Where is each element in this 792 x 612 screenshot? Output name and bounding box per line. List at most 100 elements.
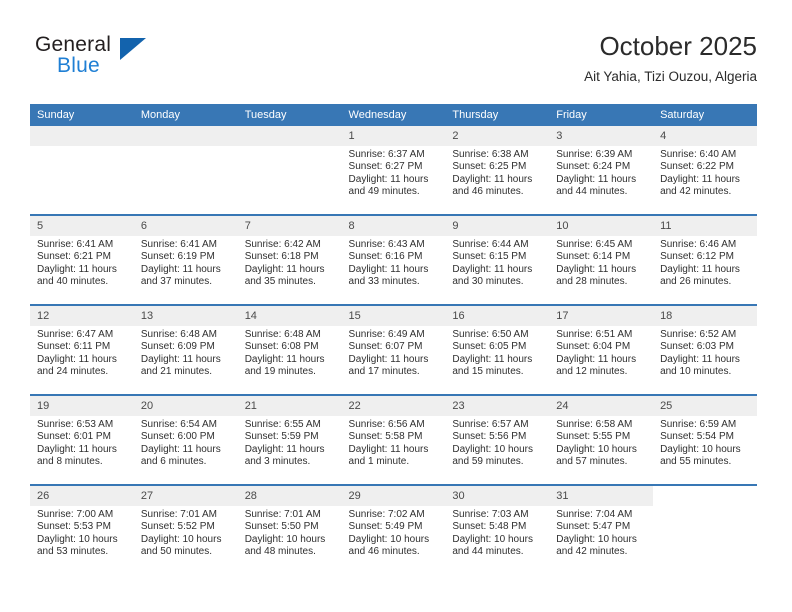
day-sunrise-text: Sunrise: 6:57 AM xyxy=(452,419,529,430)
day-cell-inner: 10 Sunrise: 6:45 AM Sunset: 6:14 PM Dayligh… xyxy=(549,216,654,304)
day-number: 6 xyxy=(133,216,238,236)
calendar-day-cell[interactable]: 24 Sunrise: 6:58 AM Sunset: 5:55 PM Dayligh… xyxy=(549,394,654,485)
calendar-day-cell[interactable]: 1 Sunrise: 6:37 AM Sunset: 6:27 PM Daylight… xyxy=(341,126,446,215)
calendar-day-cell[interactable]: 8 Sunrise: 6:43 AM Sunset: 6:16 PM Daylight… xyxy=(341,214,446,305)
day-number: 26 xyxy=(30,486,134,506)
calendar-day-cell[interactable]: 22 Sunrise: 6:56 AM Sunset: 5:58 PM Dayligh… xyxy=(341,394,446,485)
day-number: 11 xyxy=(653,216,757,236)
page-subtitle: Ait Yahia, Tizi Ouzou, Algeria xyxy=(584,69,757,84)
day-sun-info: Sunrise: 7:02 AM Sunset: 5:49 PM Daylight:… xyxy=(342,506,446,559)
weekday-header-wednesday: Wednesday xyxy=(341,104,446,126)
day-daylight2-text: and 40 minutes. xyxy=(37,276,109,288)
day-sunset-text: Sunset: 6:07 PM xyxy=(348,341,423,353)
calendar-day-cell[interactable]: 3 Sunrise: 6:39 AM Sunset: 6:24 PM Daylight… xyxy=(549,126,654,215)
calendar-day-cell[interactable]: 20 Sunrise: 6:54 AM Sunset: 6:00 PM Dayligh… xyxy=(133,394,238,485)
day-sunset-text: Sunset: 5:47 PM xyxy=(556,521,631,533)
day-sunrise-text: Sunrise: 6:48 AM xyxy=(244,329,321,340)
day-cell-inner: 14 Sunrise: 6:48 AM Sunset: 6:08 PM Dayligh… xyxy=(237,306,342,394)
day-sunset-text: Sunset: 6:11 PM xyxy=(37,341,111,353)
day-number: 3 xyxy=(549,126,654,146)
day-sunset-text: Sunset: 5:55 PM xyxy=(556,431,631,443)
day-number: 14 xyxy=(237,306,342,326)
day-cell-inner: 11 Sunrise: 6:46 AM Sunset: 6:12 PM Dayligh… xyxy=(653,216,757,304)
calendar-day-cell[interactable]: 15 Sunrise: 6:49 AM Sunset: 6:07 PM Dayligh… xyxy=(341,304,446,395)
calendar-day-cell[interactable]: 27 Sunrise: 7:01 AM Sunset: 5:52 PM Dayligh… xyxy=(133,484,238,574)
calendar-day-cell[interactable]: 16 Sunrise: 6:50 AM Sunset: 6:05 PM Dayligh… xyxy=(445,304,550,395)
calendar-day-cell[interactable]: 9 Sunrise: 6:44 AM Sunset: 6:15 PM Daylight… xyxy=(445,214,550,305)
day-cell-inner: 13 Sunrise: 6:48 AM Sunset: 6:09 PM Dayligh… xyxy=(133,306,238,394)
day-number: 2 xyxy=(445,126,550,146)
day-cell-inner: 4 Sunrise: 6:40 AM Sunset: 6:22 PM Daylight… xyxy=(653,126,757,214)
calendar-day-cell[interactable]: 10 Sunrise: 6:45 AM Sunset: 6:14 PM Dayligh… xyxy=(549,214,654,305)
day-sun-info: Sunrise: 7:03 AM Sunset: 5:48 PM Daylight:… xyxy=(445,506,549,559)
day-sunset-text: Sunset: 6:05 PM xyxy=(452,341,527,353)
weekday-header-tuesday: Tuesday xyxy=(237,104,342,126)
calendar-day-cell[interactable]: 30 Sunrise: 7:03 AM Sunset: 5:48 PM Dayligh… xyxy=(445,484,550,574)
day-sunrise-text: Sunrise: 6:49 AM xyxy=(348,329,425,340)
calendar-day-cell[interactable]: 2 Sunrise: 6:38 AM Sunset: 6:25 PM Daylight… xyxy=(445,126,550,215)
day-daylight1-text: Daylight: 11 hours xyxy=(140,263,221,275)
day-sun-info: Sunrise: 6:41 AM Sunset: 6:19 PM Daylight:… xyxy=(134,236,238,289)
day-daylight2-text: and 37 minutes. xyxy=(140,276,213,288)
calendar-day-cell[interactable]: 6 Sunrise: 6:41 AM Sunset: 6:19 PM Daylight… xyxy=(133,214,238,305)
calendar-day-cell[interactable]: 23 Sunrise: 6:57 AM Sunset: 5:56 PM Dayligh… xyxy=(445,394,550,485)
day-sun-info: Sunrise: 7:00 AM Sunset: 5:53 PM Daylight:… xyxy=(30,506,134,559)
day-sunrise-text: Sunrise: 6:39 AM xyxy=(556,149,633,160)
day-daylight1-text: Daylight: 11 hours xyxy=(556,353,637,365)
day-sunrise-text: Sunrise: 6:41 AM xyxy=(37,239,114,250)
day-daylight2-text: and 46 minutes. xyxy=(452,186,524,198)
day-cell-inner: 7 Sunrise: 6:42 AM Sunset: 6:18 PM Daylight… xyxy=(237,216,342,304)
day-cell-inner: 19 Sunrise: 6:53 AM Sunset: 6:01 PM Dayligh… xyxy=(30,396,134,484)
day-number: 8 xyxy=(341,216,446,236)
calendar-day-cell[interactable]: 14 Sunrise: 6:48 AM Sunset: 6:08 PM Dayligh… xyxy=(237,304,342,395)
day-sunset-text: Sunset: 6:03 PM xyxy=(660,341,734,353)
calendar-day-cell[interactable]: 4 Sunrise: 6:40 AM Sunset: 6:22 PM Daylight… xyxy=(653,126,757,215)
day-cell-inner: 21 Sunrise: 6:55 AM Sunset: 5:59 PM Dayligh… xyxy=(237,396,342,484)
calendar-day-cell[interactable]: 21 Sunrise: 6:55 AM Sunset: 5:59 PM Dayligh… xyxy=(237,394,342,485)
day-sun-info: Sunrise: 6:57 AM Sunset: 5:56 PM Daylight:… xyxy=(445,416,549,469)
calendar-day-cell[interactable]: 29 Sunrise: 7:02 AM Sunset: 5:49 PM Dayligh… xyxy=(341,484,446,574)
day-number: 27 xyxy=(133,486,238,506)
day-cell-inner: 31 Sunrise: 7:04 AM Sunset: 5:47 PM Dayligh… xyxy=(549,486,654,574)
calendar-empty-cell xyxy=(653,484,757,574)
day-sun-info: Sunrise: 7:01 AM Sunset: 5:52 PM Daylight:… xyxy=(134,506,238,559)
day-sun-info: Sunrise: 6:37 AM Sunset: 6:27 PM Daylight:… xyxy=(342,146,446,199)
calendar-day-cell[interactable]: 19 Sunrise: 6:53 AM Sunset: 6:01 PM Dayligh… xyxy=(30,394,134,485)
day-cell-inner: 16 Sunrise: 6:50 AM Sunset: 6:05 PM Dayligh… xyxy=(445,306,550,394)
calendar-day-cell[interactable]: 18 Sunrise: 6:52 AM Sunset: 6:03 PM Dayligh… xyxy=(653,304,757,395)
day-number: 31 xyxy=(549,486,654,506)
calendar-day-cell[interactable]: 5 Sunrise: 6:41 AM Sunset: 6:21 PM Daylight… xyxy=(30,214,134,305)
day-cell-inner: 6 Sunrise: 6:41 AM Sunset: 6:19 PM Daylight… xyxy=(133,216,238,304)
day-daylight2-text: and 12 minutes. xyxy=(556,366,628,378)
day-daylight1-text: Daylight: 11 hours xyxy=(348,443,429,455)
day-daylight1-text: Daylight: 11 hours xyxy=(37,263,117,275)
day-sunset-text: Sunset: 5:50 PM xyxy=(244,521,319,533)
day-number: 25 xyxy=(653,396,757,416)
day-sunrise-text: Sunrise: 7:00 AM xyxy=(37,509,114,520)
day-number xyxy=(30,126,134,146)
calendar-day-cell[interactable]: 11 Sunrise: 6:46 AM Sunset: 6:12 PM Dayligh… xyxy=(653,214,757,305)
day-daylight1-text: Daylight: 11 hours xyxy=(660,353,740,365)
calendar-day-cell[interactable]: 28 Sunrise: 7:01 AM Sunset: 5:50 PM Dayligh… xyxy=(237,484,342,574)
day-daylight1-text: Daylight: 11 hours xyxy=(556,173,637,185)
sunrise-sunset-calendar: Sunday Monday Tuesday Wednesday Thursday… xyxy=(30,104,757,574)
calendar-day-cell[interactable]: 7 Sunrise: 6:42 AM Sunset: 6:18 PM Daylight… xyxy=(237,214,342,305)
day-daylight1-text: Daylight: 10 hours xyxy=(348,533,430,545)
day-cell-inner: 9 Sunrise: 6:44 AM Sunset: 6:15 PM Daylight… xyxy=(445,216,550,304)
day-number: 13 xyxy=(133,306,238,326)
day-daylight2-text: and 55 minutes. xyxy=(660,456,732,468)
day-daylight1-text: Daylight: 11 hours xyxy=(348,263,429,275)
day-daylight2-text: and 6 minutes. xyxy=(140,456,207,468)
calendar-day-cell[interactable]: 26 Sunrise: 7:00 AM Sunset: 5:53 PM Dayligh… xyxy=(30,484,134,574)
calendar-day-cell[interactable]: 25 Sunrise: 6:59 AM Sunset: 5:54 PM Dayligh… xyxy=(653,394,757,485)
calendar-day-cell[interactable]: 12 Sunrise: 6:47 AM Sunset: 6:11 PM Dayligh… xyxy=(30,304,134,395)
day-sunset-text: Sunset: 5:48 PM xyxy=(452,521,527,533)
day-cell-inner: 23 Sunrise: 6:57 AM Sunset: 5:56 PM Dayligh… xyxy=(445,396,550,484)
calendar-day-cell[interactable]: 17 Sunrise: 6:51 AM Sunset: 6:04 PM Dayligh… xyxy=(549,304,654,395)
weekday-header-friday: Friday xyxy=(549,104,654,126)
day-number: 19 xyxy=(30,396,134,416)
calendar-day-cell[interactable]: 13 Sunrise: 6:48 AM Sunset: 6:09 PM Dayligh… xyxy=(133,304,238,395)
day-sunset-text: Sunset: 6:15 PM xyxy=(452,251,527,263)
day-sunrise-text: Sunrise: 6:45 AM xyxy=(556,239,633,250)
calendar-day-cell[interactable]: 31 Sunrise: 7:04 AM Sunset: 5:47 PM Dayligh… xyxy=(549,484,654,574)
